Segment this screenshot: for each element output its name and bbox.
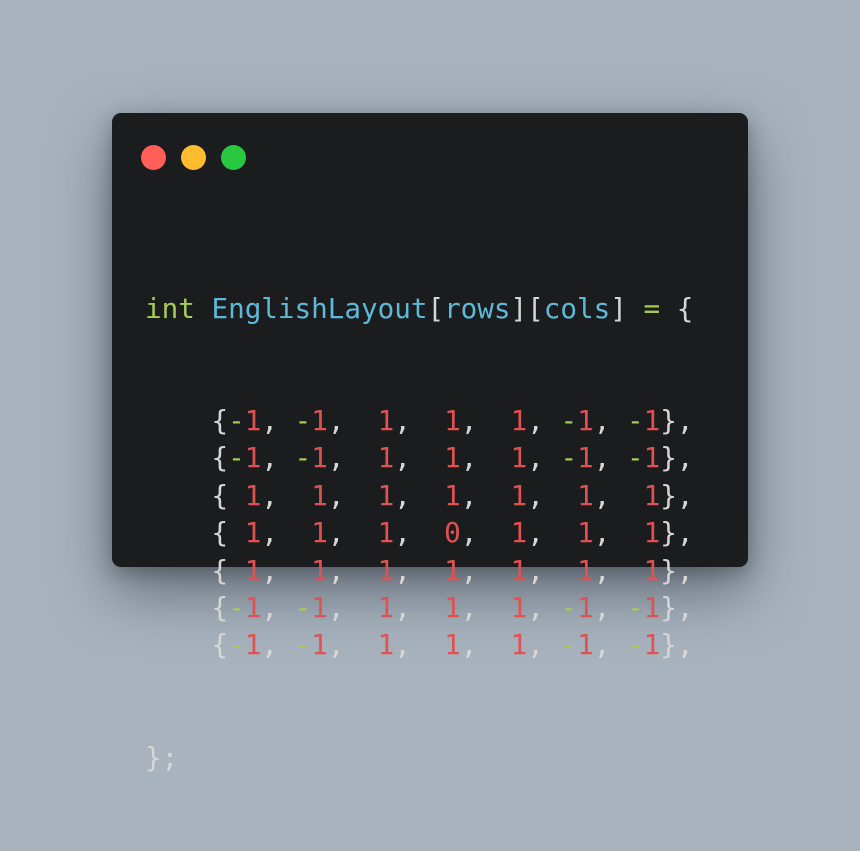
array-row: { 1, 1, 1, 0, 1, 1, 1}, xyxy=(145,516,694,550)
dimension-rows: rows xyxy=(444,291,511,325)
array-value: -1 xyxy=(626,404,661,438)
array-value: 1 xyxy=(510,404,528,438)
maximize-dot-icon[interactable] xyxy=(221,145,246,170)
array-value: 1 xyxy=(643,478,661,512)
array-value: 1 xyxy=(377,441,395,475)
array-name: EnglishLayout xyxy=(211,291,428,325)
array-value: -1 xyxy=(560,628,594,662)
array-value: 1 xyxy=(444,404,461,438)
type-keyword: int xyxy=(145,291,195,325)
array-row: {-1, -1, 1, 1, 1, -1, -1}, xyxy=(145,404,694,438)
array-value: 1 xyxy=(577,478,594,512)
array-value: 1 xyxy=(510,478,528,512)
array-value: 1 xyxy=(444,441,461,475)
array-value: 1 xyxy=(510,516,528,550)
array-value: 1 xyxy=(577,516,594,550)
array-value: -1 xyxy=(294,404,328,438)
array-value: 1 xyxy=(643,516,661,550)
array-value: 0 xyxy=(444,516,461,550)
array-value: -1 xyxy=(294,590,328,624)
array-value: 1 xyxy=(244,516,262,550)
array-value: 1 xyxy=(377,553,395,587)
minimize-dot-icon[interactable] xyxy=(181,145,206,170)
array-value: -1 xyxy=(560,441,594,475)
array-value: 1 xyxy=(510,441,528,475)
assign-operator: = xyxy=(643,291,661,325)
dimension-cols: cols xyxy=(543,291,611,325)
array-value: 1 xyxy=(377,404,395,438)
array-value: -1 xyxy=(228,590,262,624)
array-value: 1 xyxy=(311,516,328,550)
array-value: -1 xyxy=(626,628,661,662)
array-value: -1 xyxy=(294,628,328,662)
array-value: 1 xyxy=(311,553,328,587)
array-rows: {-1, -1, 1, 1, 1, -1, -1}, {-1, -1, 1, 1… xyxy=(145,402,693,664)
array-value: -1 xyxy=(626,441,661,475)
array-value: -1 xyxy=(228,628,262,662)
open-brace: { xyxy=(676,291,694,325)
array-value: 1 xyxy=(444,628,461,662)
array-value: 1 xyxy=(510,590,528,624)
array-row: {-1, -1, 1, 1, 1, -1, -1}, xyxy=(145,628,694,662)
array-value: 1 xyxy=(444,590,461,624)
array-value: 1 xyxy=(377,590,395,624)
declaration-line: int EnglishLayout[rows][cols] = { xyxy=(145,291,694,325)
close-dot-icon[interactable] xyxy=(141,145,166,170)
array-value: -1 xyxy=(228,404,262,438)
array-row: { 1, 1, 1, 1, 1, 1, 1}, xyxy=(145,553,694,587)
array-value: 1 xyxy=(311,478,328,512)
array-value: 1 xyxy=(643,553,661,587)
array-value: 1 xyxy=(510,628,528,662)
array-value: 1 xyxy=(244,553,262,587)
array-value: 1 xyxy=(444,553,461,587)
array-value: -1 xyxy=(294,441,328,475)
array-row: {-1, -1, 1, 1, 1, -1, -1}, xyxy=(145,590,694,624)
array-row: {-1, -1, 1, 1, 1, -1, -1}, xyxy=(145,441,694,475)
code-block: int EnglishLayout[rows][cols] = { {-1, -… xyxy=(145,215,693,851)
array-value: 1 xyxy=(444,478,461,512)
array-value: 1 xyxy=(577,553,594,587)
array-value: 1 xyxy=(377,516,395,550)
array-value: -1 xyxy=(228,441,262,475)
array-value: -1 xyxy=(560,404,594,438)
closing-line: }; xyxy=(145,740,179,774)
array-value: -1 xyxy=(560,590,594,624)
array-value: -1 xyxy=(626,590,661,624)
array-row: { 1, 1, 1, 1, 1, 1, 1}, xyxy=(145,478,694,512)
array-value: 1 xyxy=(377,478,395,512)
array-value: 1 xyxy=(244,478,262,512)
array-value: 1 xyxy=(377,628,395,662)
code-window: int EnglishLayout[rows][cols] = { {-1, -… xyxy=(112,113,748,774)
array-value: 1 xyxy=(510,553,528,587)
